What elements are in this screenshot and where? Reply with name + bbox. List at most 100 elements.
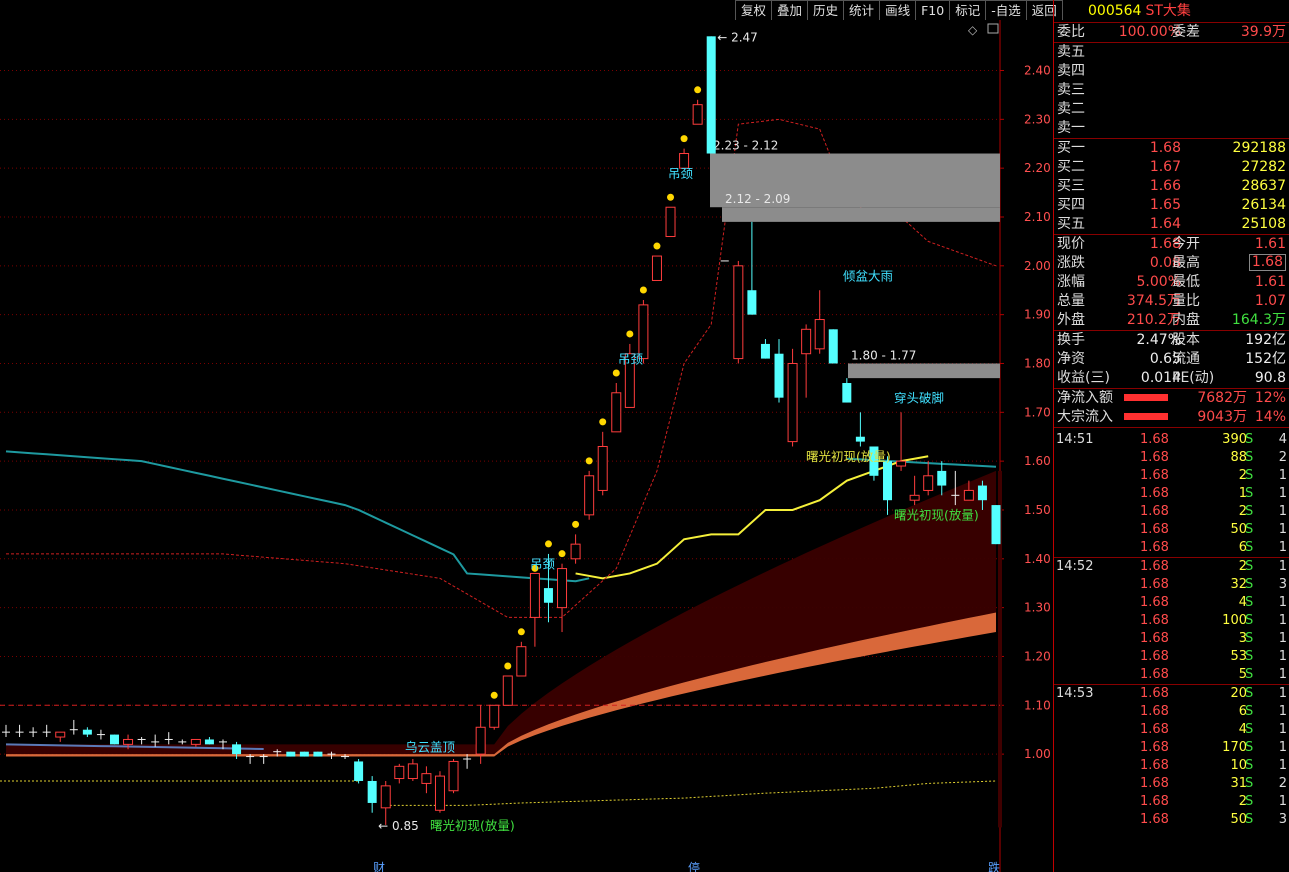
tick-price: 1.68	[1140, 812, 1169, 827]
stat-value: 152亿	[1245, 351, 1286, 367]
toolbar-button-6[interactable]: 标记	[949, 0, 987, 20]
event-mark[interactable]: 财	[373, 861, 385, 872]
candle-body-down	[842, 383, 852, 403]
stock-title: 000564 ST大集	[1054, 0, 1289, 23]
tick-row: 1.68 170 S 1	[1054, 739, 1289, 757]
diamond-icon[interactable]: ◇	[968, 23, 978, 37]
kline-chart[interactable]: 2.40 2.30 2.20 2.10 2.00 1.90 1.80 1.70 1.60 1.50…	[0, 20, 1053, 872]
tick-side: S	[1245, 667, 1254, 682]
toolbar-button-2[interactable]: 历史	[807, 0, 845, 20]
buy-level-volume: 27282	[1241, 159, 1286, 175]
buy-level-price: 1.67	[1149, 159, 1181, 175]
tick-side: S	[1245, 686, 1254, 701]
candle-body-up	[584, 475, 595, 516]
stat-label: 内盘	[1172, 312, 1200, 328]
price-tick-label: 2.30	[1024, 112, 1051, 126]
price-tick-label: 1.70	[1024, 405, 1051, 419]
stat-label: 换手	[1057, 332, 1085, 348]
flow-label: 大宗流入	[1057, 409, 1113, 425]
candle-body-down	[367, 780, 377, 803]
toolbar-button-3[interactable]: 统计	[843, 0, 881, 20]
cloud-band	[6, 470, 996, 755]
sar-dot	[599, 418, 607, 426]
stat-value: 1.68	[1248, 254, 1286, 271]
flow-pct: 12%	[1254, 390, 1286, 406]
buy-level[interactable]: 买四 1.65 26134	[1054, 196, 1289, 215]
stat-row: 净资 0.65 流通 152亿	[1054, 350, 1289, 369]
buy-level[interactable]: 买三 1.66 28637	[1054, 177, 1289, 196]
tick-count: 1	[1278, 522, 1287, 537]
sar-dot	[558, 550, 566, 558]
gap-zone-label: 1.80 - 1.77	[851, 348, 916, 362]
tick-price: 1.68	[1140, 595, 1169, 610]
sar-dot	[694, 86, 702, 94]
price-tick-label: 2.10	[1024, 210, 1051, 224]
sell-level[interactable]: 卖三	[1054, 81, 1289, 100]
candle-body-down	[109, 734, 119, 745]
candle-body-up	[651, 255, 662, 281]
candle-body-up	[909, 494, 920, 501]
tick-side: S	[1245, 432, 1254, 447]
tick-count: 2	[1278, 450, 1287, 465]
tick-price: 1.68	[1140, 559, 1169, 574]
tick-row: 14:51 1.68 390 S 4	[1054, 431, 1289, 449]
toolbar-button-5[interactable]: F10	[915, 0, 951, 20]
buy-level[interactable]: 买五 1.64 25108	[1054, 215, 1289, 234]
tick-time: 14:51	[1056, 432, 1094, 447]
buy-level-volume: 28637	[1241, 178, 1286, 194]
pattern-label: 吊颈	[668, 166, 694, 181]
price-tick-label: 1.40	[1024, 552, 1051, 566]
tick-count: 1	[1278, 722, 1287, 737]
toolbar-button-0[interactable]: 复权	[735, 0, 773, 20]
candle-body-up	[448, 760, 459, 792]
tick-price: 1.68	[1140, 758, 1169, 773]
toolbar-button-1[interactable]: 叠加	[771, 0, 809, 20]
tick-count: 1	[1278, 540, 1287, 555]
candle-body-down	[313, 751, 323, 757]
tick-side: S	[1245, 649, 1254, 664]
event-mark[interactable]: 跌	[988, 860, 1000, 872]
candle-body-up	[733, 265, 744, 360]
tick-list[interactable]: 14:51 1.68 390 S 4 1.68 88 S 2 1.68 2 S 1 1.68 1 S 1 1.68…	[1054, 427, 1289, 829]
sell-level[interactable]: 卖五	[1054, 43, 1289, 62]
candle-body-up	[801, 328, 812, 355]
candle-body-up	[434, 775, 445, 811]
sell-level[interactable]: 卖一	[1054, 119, 1289, 138]
stock-code: 000564	[1088, 3, 1142, 19]
tick-count: 1	[1278, 631, 1287, 646]
tick-count: 1	[1278, 559, 1287, 574]
event-mark[interactable]: 停	[688, 860, 700, 872]
sell-level[interactable]: 卖二	[1054, 100, 1289, 119]
tick-price: 1.68	[1140, 794, 1169, 809]
stat-label: 股本	[1172, 332, 1200, 348]
candle-body-down	[354, 761, 364, 781]
stat-row: 外盘 210.2万 内盘 164.3万	[1054, 311, 1289, 330]
min-price-label: ← 0.85	[378, 819, 419, 833]
sar-dot	[612, 369, 620, 377]
tick-price: 1.68	[1140, 686, 1169, 701]
candle-body-down	[828, 329, 838, 364]
weibi-label: 委比	[1057, 24, 1085, 40]
tick-count: 2	[1278, 776, 1287, 791]
tick-side: S	[1245, 704, 1254, 719]
candle-body-up	[123, 738, 134, 745]
stat-label: 涨幅	[1057, 274, 1085, 290]
yellow-dotted-line-2	[385, 780, 997, 806]
buy-level[interactable]: 买一 1.68 292188	[1054, 139, 1289, 158]
sell-level-label: 卖四	[1057, 63, 1085, 79]
toolbar-button-7[interactable]: -自选	[985, 0, 1027, 20]
stat-label: 今开	[1172, 236, 1200, 252]
toolbar-button-4[interactable]: 画线	[879, 0, 917, 20]
tick-count: 1	[1278, 613, 1287, 628]
sell-level[interactable]: 卖四	[1054, 62, 1289, 81]
tick-price: 1.68	[1140, 522, 1169, 537]
tick-row: 1.68 2 S 1	[1054, 467, 1289, 485]
buy-level[interactable]: 买二 1.67 27282	[1054, 158, 1289, 177]
weibi-row: 委比 100.00% 委差 39.9万	[1054, 23, 1289, 42]
price-stats: 现价 1.68 今开 1.61 涨跌 0.08 最高 1.68 涨幅 5.00% 最低 1.61 总量 3…	[1054, 234, 1289, 330]
candle-body-down	[991, 505, 1001, 545]
sar-dot	[680, 135, 688, 143]
window-toggle-icon[interactable]	[987, 23, 999, 34]
tick-side: S	[1245, 740, 1254, 755]
candle-body-down	[299, 751, 309, 757]
